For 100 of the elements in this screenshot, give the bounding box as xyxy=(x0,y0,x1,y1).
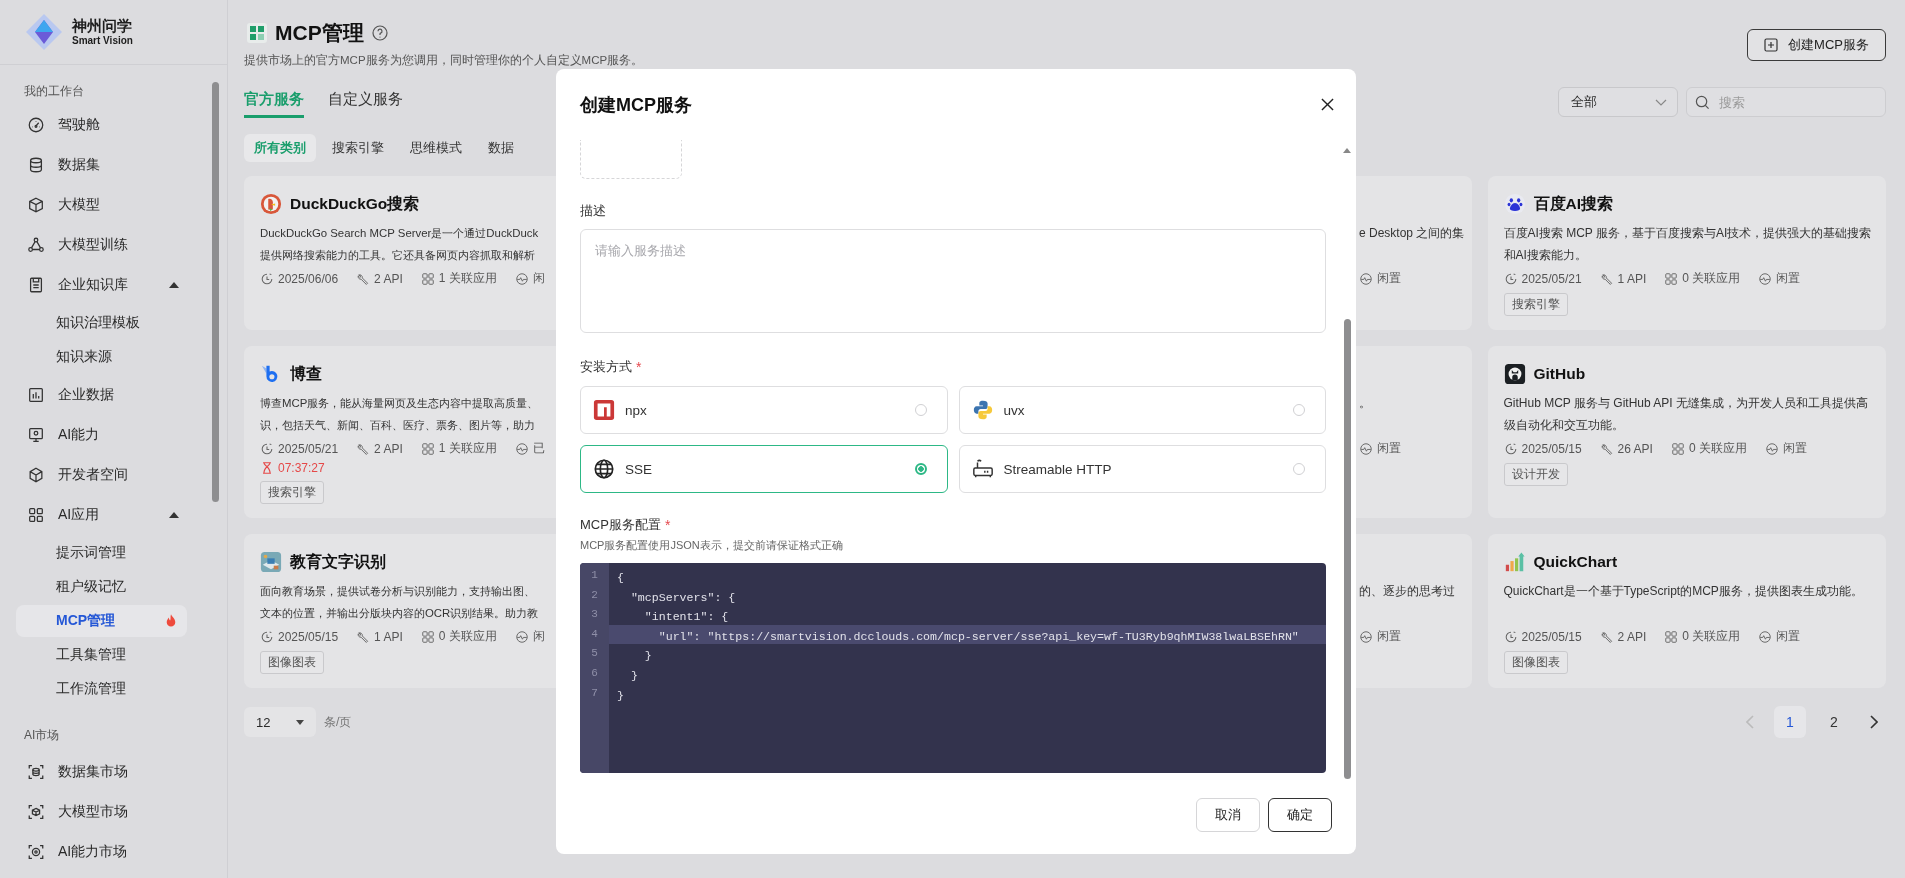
sidebar-subitem[interactable]: MCP管理 xyxy=(16,605,187,637)
card-title: DuckDuckGo搜索 xyxy=(290,193,420,214)
package-icon xyxy=(593,399,615,421)
page-subtitle: 提供市场上的官方MCP服务为您调用，同时管理你的个人自定义MCP服务。 xyxy=(244,53,644,68)
card-date: 2025/05/21 xyxy=(1521,271,1582,286)
countdown-timer: 07:37:27 xyxy=(278,461,325,475)
page-size-select[interactable]: 12 xyxy=(244,707,316,737)
wrench-icon xyxy=(1599,441,1614,456)
line-number: 1 xyxy=(590,568,599,583)
required-mark: * xyxy=(636,358,642,377)
api-count: 2 API xyxy=(374,441,403,456)
api-count: 26 API xyxy=(1617,441,1653,456)
sidebar-item[interactable]: 大模型市场 xyxy=(0,792,207,832)
sidebar-item[interactable]: AI应用 xyxy=(0,495,207,535)
sidebar-subitem[interactable]: 租户级记忆 xyxy=(16,571,187,603)
card-description: QuickChart是一个基于TypeScript的MCP服务，提供图表生成功能。 xyxy=(1503,583,1863,600)
card-title: 博查 xyxy=(290,363,322,384)
install-option[interactable]: SSE xyxy=(580,445,948,493)
grid-icon xyxy=(247,23,267,43)
install-option[interactable]: Streamable HTTP xyxy=(958,445,1326,493)
sidebar-item[interactable]: 数据集 xyxy=(0,145,207,185)
scan-database-icon xyxy=(27,763,45,781)
card-status: 闲置 xyxy=(1776,270,1801,287)
filter-dropdown[interactable]: 全部 xyxy=(1558,87,1678,117)
field-label: 安装方式 xyxy=(580,358,632,376)
sidebar-subitem[interactable]: 提示词管理 xyxy=(16,537,187,569)
tab[interactable]: 自定义服务 xyxy=(328,86,403,118)
code-line: } xyxy=(617,688,624,702)
clock-icon xyxy=(1503,441,1518,456)
wrench-icon xyxy=(356,629,371,644)
service-card[interactable]: 百度AI搜索 百度AI搜索 MCP 服务，基于百度搜索与AI技术，提供强大的基础搜索 和AI搜索能力。 2025/05/21 1 API 0 关联应用 闲置 搜索引擎 xyxy=(1487,176,1886,330)
sidebar-item[interactable]: 企业数据 xyxy=(0,375,207,415)
scan-cube-icon xyxy=(27,803,45,821)
category-chip[interactable]: 思维模式 xyxy=(400,134,472,162)
card-description: 面向教育场景，提供试卷分析与识别能力，支持输出图、 文本的位置，并输出分版块内容的OCR识别结果。助力教 xyxy=(260,584,539,621)
logo-subtitle: Smart Vision xyxy=(72,34,133,46)
line-number: 2 xyxy=(590,587,599,603)
sidebar-subitem[interactable]: 知识来源 xyxy=(16,341,187,373)
line-number: 4 xyxy=(590,626,599,642)
category-chip[interactable]: 搜索引擎 xyxy=(322,134,394,162)
linked-apps: 0 关联应用 xyxy=(1682,270,1741,287)
bar-chart-icon xyxy=(27,386,45,404)
pulse-icon xyxy=(514,629,529,644)
card-title: QuickChart xyxy=(1533,553,1618,571)
sidebar-item[interactable]: AI能力 xyxy=(0,415,207,455)
sidebar-item[interactable]: 数据集市场 xyxy=(0,752,207,792)
install-option[interactable]: npx xyxy=(580,386,948,434)
category-chip[interactable]: 数据 xyxy=(478,134,524,162)
card-status: 闲 xyxy=(532,628,545,645)
clock-icon xyxy=(1503,271,1518,286)
fire-icon xyxy=(165,614,177,628)
section-title: 我的工作台 xyxy=(23,83,85,100)
search-field[interactable]: 搜索 xyxy=(1686,87,1886,117)
radio-button[interactable] xyxy=(914,463,927,475)
paw-icon xyxy=(1503,193,1526,215)
line-number: 7 xyxy=(590,685,599,701)
pulse-icon xyxy=(1359,271,1373,286)
confirm-button[interactable]: 确定 xyxy=(1268,798,1332,832)
close-icon[interactable] xyxy=(1321,98,1334,111)
sidebar-item[interactable]: AI能力市场 xyxy=(0,832,207,872)
code-line: "url": "https://smartvision.dcclouds.com/mcp-server/sse?api_key=wf-TU3Ryb9qhMIW38lwaLBSEhRN" xyxy=(657,629,1299,643)
create-button[interactable]: 创建MCP服务 xyxy=(1747,29,1886,61)
sidebar-subitem[interactable]: 知识治理模板 xyxy=(16,307,187,339)
card-status: 闲置 xyxy=(1377,628,1401,645)
sidebar-subitem[interactable]: 工具集管理 xyxy=(16,639,187,671)
api-count: 2 API xyxy=(1617,629,1647,644)
install-option[interactable]: uvx xyxy=(958,386,1326,434)
sidebar-item[interactable]: 企业知识库 xyxy=(0,265,207,305)
grid-icon xyxy=(420,441,435,456)
card-description: 博查MCP服务，能从海量网页及生态内容中提取高质量、 识，包括天气、新闻、百科、医疗、票务、图片等，助力 xyxy=(260,396,539,433)
code-editor[interactable]: 1 2 3 4 5 6 7 { "mcpServers": { "intent1": { "url": "https://smartvision.dcclouds.com/mcp-server/sse?api_key=wf-TU3Ryb9qhMIW38lwaLBSEhRN" } } } xyxy=(580,563,1326,773)
card-date: 2025/05/21 xyxy=(278,441,339,456)
sidebar-item[interactable]: 大模型 xyxy=(0,185,207,225)
sidebar-item[interactable]: 驾驶舱 xyxy=(0,105,207,145)
cube-icon xyxy=(27,196,45,214)
service-card[interactable]: QuickChart QuickChart是一个基于TypeScript的MCP服务，提供图表生成功能。 2025/05/15 2 API 0 关联应用 闲置 图像图表 xyxy=(1487,534,1886,688)
card-title: 百度AI搜索 xyxy=(1533,193,1613,214)
database-icon xyxy=(27,156,45,174)
cancel-button[interactable]: 取消 xyxy=(1196,798,1260,832)
page-number[interactable]: 2 xyxy=(1818,706,1850,738)
grid-icon xyxy=(420,629,435,644)
sidebar-subitem[interactable]: 工作流管理 xyxy=(16,673,187,705)
grid-icon xyxy=(420,271,435,286)
card-date: 2025/05/15 xyxy=(278,629,339,644)
page-number[interactable]: 1 xyxy=(1774,706,1806,738)
sidebar-item[interactable]: 开发者空间 xyxy=(0,455,207,495)
api-count: 1 API xyxy=(1617,271,1647,286)
help-icon[interactable] xyxy=(371,25,388,41)
field-label: MCP服务配置 xyxy=(580,516,661,534)
scroll-up-icon[interactable] xyxy=(1343,148,1351,153)
code-line: } xyxy=(643,649,652,663)
line-number: 3 xyxy=(590,607,599,623)
description-field[interactable]: 请输入服务描述 xyxy=(580,229,1326,333)
pulse-icon xyxy=(1758,629,1773,644)
service-card[interactable]: GitHub GitHub MCP 服务与 GitHub API 无缝集成，为开发人员和工具提供高 级自动化和交互功能。 2025/05/15 26 API 0 关联应用 闲置 设计开发 xyxy=(1487,346,1886,518)
card-description: DuckDuckGo Search MCP Server是一个通过DuckDuck 提供网络搜索能力的工具。它还具备网页内容抓取和解析 xyxy=(260,226,539,263)
router-icon xyxy=(971,458,994,480)
hourglass-icon xyxy=(260,461,274,475)
grid-icon xyxy=(1664,271,1679,286)
sidebar-item[interactable]: 大模型训练 xyxy=(0,225,207,265)
